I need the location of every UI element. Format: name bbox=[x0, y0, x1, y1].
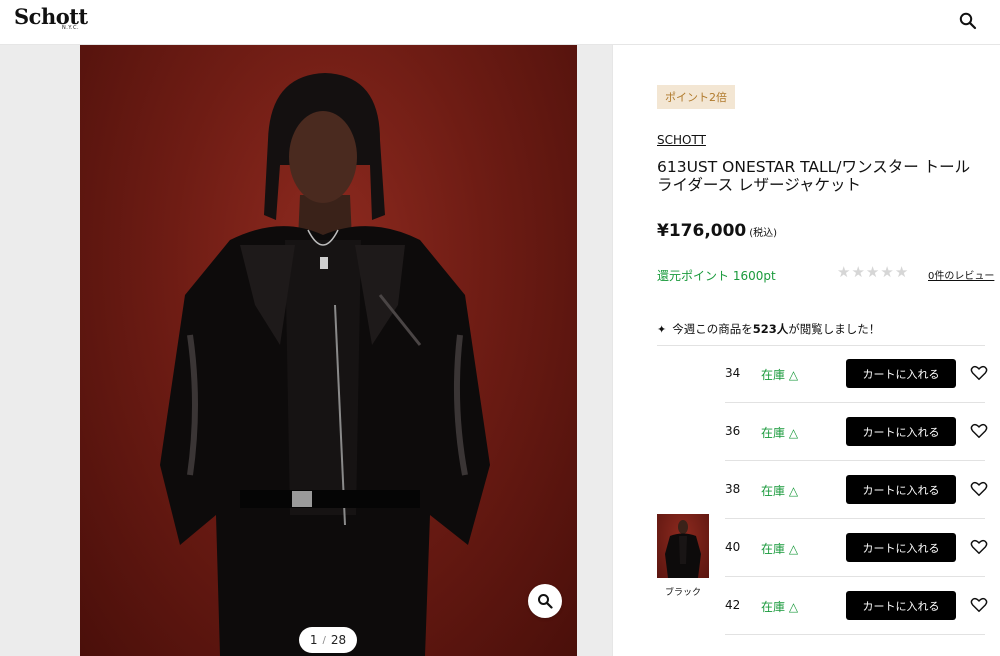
product-photo[interactable] bbox=[80, 45, 577, 656]
schott-logo[interactable]: Schott N.Y.C. bbox=[14, 4, 88, 33]
product-price: ¥176,000 (税込) bbox=[657, 221, 777, 241]
search-icon bbox=[959, 12, 977, 30]
heart-icon[interactable] bbox=[970, 422, 988, 440]
star-icon: ★ bbox=[851, 263, 865, 281]
size-value: 36 bbox=[725, 424, 741, 438]
tax-label: (税込) bbox=[749, 228, 778, 239]
stock-status: 在庫 △ bbox=[761, 542, 799, 556]
size-value: 34 bbox=[725, 366, 741, 380]
heart-icon[interactable] bbox=[970, 596, 988, 614]
zoom-button[interactable] bbox=[528, 584, 562, 618]
price-value: ¥176,000 bbox=[657, 221, 747, 241]
viewed-count: 523人 bbox=[752, 322, 789, 336]
star-icon: ★ bbox=[837, 263, 851, 281]
size-value: 38 bbox=[725, 482, 741, 496]
size-row: 40 在庫 △ カートに入れる bbox=[725, 519, 988, 577]
add-to-cart-button[interactable]: カートに入れる bbox=[846, 591, 956, 620]
logo-subtext: N.Y.C. bbox=[62, 25, 80, 31]
size-row: 38 在庫 △ カートに入れる bbox=[725, 461, 988, 519]
product-info-panel: ポイント2倍 SCHOTT 613UST ONESTAR TALL/ワンスター … bbox=[612, 45, 1000, 656]
size-value: 40 bbox=[725, 540, 741, 554]
sparkle-icon: ✦ bbox=[657, 322, 667, 336]
add-to-cart-button[interactable]: カートに入れる bbox=[846, 359, 956, 388]
product-gallery: 1 / 28 bbox=[0, 45, 612, 656]
product-title-line2: ライダース レザージャケット bbox=[657, 176, 861, 194]
star-icon: ★ bbox=[880, 263, 894, 281]
rating-stars: ★ ★ ★ ★ ★ bbox=[837, 263, 908, 281]
stock-status: 在庫 △ bbox=[761, 484, 799, 498]
brand-link[interactable]: SCHOTT bbox=[657, 133, 706, 147]
product-title: 613UST ONESTAR TALL/ワンスター トール ライダース レザージ… bbox=[657, 158, 987, 194]
heart-icon[interactable] bbox=[970, 480, 988, 498]
viewed-notice: ✦ 今週この商品を 523人 が閲覧しました！ bbox=[657, 321, 880, 337]
star-icon: ★ bbox=[865, 263, 880, 281]
size-row: 34 在庫 △ カートに入れる bbox=[725, 345, 988, 403]
image-counter: 1 / 28 bbox=[299, 627, 357, 653]
star-icon: ★ bbox=[894, 263, 909, 281]
image-counter-separator: / bbox=[322, 634, 326, 646]
add-to-cart-button[interactable]: カートに入れる bbox=[846, 417, 956, 446]
points-badge: ポイント2倍 bbox=[657, 85, 735, 109]
add-to-cart-button[interactable]: カートに入れる bbox=[846, 533, 956, 562]
product-title-line1: 613UST ONESTAR TALL/ワンスター トール bbox=[657, 158, 971, 176]
add-to-cart-button[interactable]: カートに入れる bbox=[846, 475, 956, 504]
stock-status: 在庫 △ bbox=[761, 600, 799, 614]
size-row: 36 在庫 △ カートに入れる bbox=[725, 403, 988, 461]
image-counter-current: 1 bbox=[309, 633, 318, 647]
model-in-leather-jacket-image bbox=[160, 73, 490, 656]
logo-text: Schott bbox=[14, 4, 88, 29]
size-value: 42 bbox=[725, 598, 741, 612]
site-header: Schott N.Y.C. bbox=[0, 0, 1000, 45]
heart-icon[interactable] bbox=[970, 364, 988, 382]
color-name: ブラック bbox=[664, 588, 701, 598]
heart-icon[interactable] bbox=[970, 538, 988, 556]
size-row: 42 在庫 △ カートに入れる bbox=[725, 577, 988, 635]
viewed-prefix: 今週この商品を bbox=[672, 322, 753, 336]
stock-status: 在庫 △ bbox=[761, 426, 799, 440]
stock-status: 在庫 △ bbox=[761, 368, 799, 382]
review-link[interactable]: 0件のレビュー bbox=[928, 267, 994, 282]
image-counter-total: 28 bbox=[330, 633, 347, 647]
viewed-suffix: が閲覧しました！ bbox=[788, 322, 881, 336]
reward-points: 還元ポイント 1600pt bbox=[657, 269, 776, 283]
search-button[interactable] bbox=[956, 9, 980, 33]
swatch-thumbnail-image bbox=[665, 520, 701, 578]
color-swatch-black[interactable] bbox=[657, 514, 709, 578]
zoom-icon bbox=[538, 594, 553, 609]
